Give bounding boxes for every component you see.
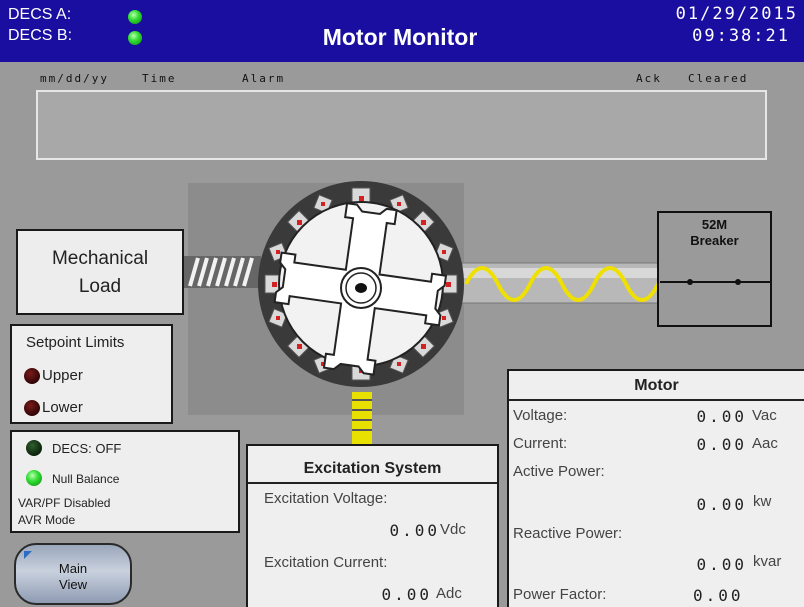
mechanical-load-label-line1: Mechanical [51,248,149,269]
motor-title-divider [509,399,804,401]
setpoint-limits-panel: Setpoint Limits Upper Lower [10,324,173,424]
breaker-box: 52M Breaker [657,211,772,327]
status-panel: DECS: OFF Null Balance VAR/PF Disabled A… [10,430,240,533]
active-power-label: Active Power: [513,463,605,480]
motor-current-value: 0.00 [696,435,747,454]
excitation-title-divider [248,482,497,484]
motor-panel: Motor Voltage: 0.00 Vac Current: 0.00 Aa… [507,369,804,607]
setpoint-limits-title: Setpoint Limits [26,334,125,351]
reactive-power-value: 0.00 [696,555,747,574]
power-factor-label: Power Factor: [513,586,607,603]
excitation-voltage-label: Excitation Voltage: [264,490,388,507]
power-shaft-graphic [461,262,660,304]
breaker-label-line2: Breaker [690,233,739,248]
power-factor-value: 0.00 [693,586,744,605]
motor-title: Motor [634,377,679,394]
excitation-current-label: Excitation Current: [264,554,388,571]
excitation-title: Excitation System [303,460,442,477]
excitation-voltage-unit: Vdc [440,521,466,538]
main-view-button[interactable]: Main View [14,543,132,605]
mechanical-load-box: Mechanical Load [16,229,184,315]
excitation-conductor-graphic [352,392,372,446]
mechanical-load-label-line2: Load [78,276,122,297]
null-balance-label: Null Balance [52,472,120,486]
active-power-value: 0.00 [696,495,747,514]
excitation-current-value: 0.00 [381,585,432,604]
active-power-unit: kw [753,493,772,510]
coupling-spring-graphic [183,256,261,288]
button-corner-icon [24,551,32,559]
breaker-label-line1: 52M [701,217,728,232]
excitation-voltage-value: 0.00 [389,521,440,540]
reactive-power-label: Reactive Power: [513,525,623,542]
motor-voltage-value: 0.00 [696,407,747,426]
excitation-current-unit: Adc [436,585,462,602]
main-view-label-line2: View [59,577,87,592]
reactive-power-unit: kvar [753,553,782,570]
lower-limit-label: Lower [42,399,83,416]
var-pf-status: VAR/PF Disabled [18,496,111,510]
motor-voltage-unit: Vac [752,407,777,424]
lower-limit-indicator [24,400,40,416]
upper-limit-indicator [24,368,40,384]
null-balance-indicator [26,470,42,486]
decs-status-indicator [26,440,42,456]
motor-current-label: Current: [513,435,568,452]
excitation-panel: Excitation System Excitation Voltage: 0.… [246,444,499,607]
decs-status-label: DECS: OFF [52,441,122,456]
main-view-label-line1: Main [58,561,88,576]
motor-current-unit: Aac [752,435,778,452]
upper-limit-label: Upper [42,367,83,384]
motor-voltage-label: Voltage: [513,407,568,424]
avr-mode-status: AVR Mode [18,513,76,527]
